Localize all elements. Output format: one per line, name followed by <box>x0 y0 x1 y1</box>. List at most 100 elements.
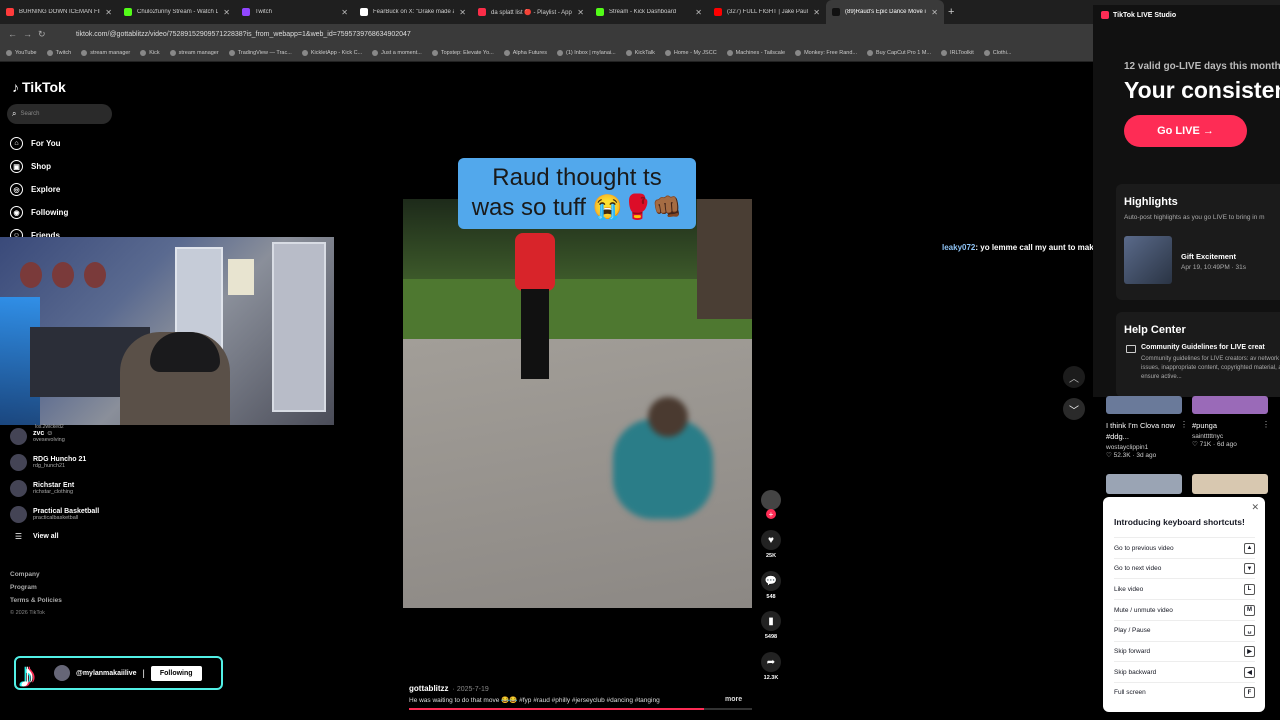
following-item[interactable]: zvc ☺ ovesevolving <box>10 428 99 445</box>
follow-plus-icon[interactable]: + <box>766 509 776 519</box>
sidebar-item-explore[interactable]: ◎ Explore <box>10 183 60 196</box>
comment-button[interactable]: 💬 548 <box>760 571 782 600</box>
shortcut-row: Skip backward ◀ <box>1114 661 1255 682</box>
bookmark-icon <box>556 49 563 56</box>
key-icon: ␣ <box>1244 625 1255 637</box>
browser-tab[interactable]: Stream - Kick Dashboard ✕ <box>590 0 708 24</box>
account-handle: richstar_clothing <box>33 489 74 495</box>
bookmark-item[interactable]: Buy CapCut Pro 1 M... <box>866 49 931 56</box>
tab-title: Chulo2funny Stream - Watch L <box>137 9 219 15</box>
save-button[interactable]: ▮ 5498 <box>760 611 782 640</box>
link-terms[interactable]: Terms & Policies <box>10 597 62 604</box>
bookmark-item[interactable]: Just a moment... <box>372 49 422 56</box>
avatar <box>10 454 27 471</box>
view-all-label: View all <box>33 533 59 540</box>
video-player[interactable] <box>403 199 752 608</box>
bookmark-item[interactable]: Kick <box>140 49 160 56</box>
following-list: zvc ☺ ovesevolving RDG Huncho 21 rdg_hunch2… <box>10 428 99 550</box>
nav-buttons[interactable]: ←→↻ <box>8 29 58 40</box>
close-tab-icon[interactable]: ✕ <box>931 8 938 17</box>
recommended-video-1[interactable]: I think I'm Clova now #ddg... wostayclip… <box>1106 396 1182 459</box>
browser-tab[interactable]: (327) FULL FIGHT | Jake Paul vs ✕ <box>708 0 826 24</box>
close-tab-icon[interactable]: ✕ <box>341 8 348 17</box>
browser-tab[interactable]: FearBuck on X: "Drake made a ✕ <box>354 0 472 24</box>
browser-tab[interactable]: Twitch ✕ <box>236 0 354 24</box>
following-item[interactable]: Practical Basketball practicalbasketball <box>10 506 99 523</box>
address-bar[interactable]: ←→↻ tiktok.com/@gottablitzz/video/752891… <box>0 24 1280 44</box>
following-button[interactable]: Following <box>150 665 202 681</box>
close-tab-icon[interactable]: ✕ <box>223 8 230 17</box>
tab-title: da splatt list 🔴 - Playlist - App <box>491 9 572 16</box>
bookmark-item[interactable]: Clothi... <box>983 49 1011 56</box>
close-tab-icon[interactable]: ✕ <box>695 8 702 17</box>
following-item[interactable]: RDG Huncho 21 rdg_hunch21 <box>10 454 99 471</box>
go-live-button[interactable]: Go LIVE → <box>1124 115 1247 147</box>
close-tab-icon[interactable]: ✕ <box>813 8 820 17</box>
url-text[interactable]: tiktok.com/@gottablitzz/video/7528915290… <box>76 31 411 38</box>
sidebar-item-shop[interactable]: ▣ Shop <box>10 160 51 173</box>
browser-tab[interactable]: BURNING DOWN ICEMAN FINA ✕ <box>0 0 118 24</box>
following-item[interactable]: Richstar Ent richstar_clothing <box>10 480 99 497</box>
bookmark-item[interactable]: Home - My JSCC <box>664 49 717 56</box>
link-company[interactable]: Company <box>10 571 62 578</box>
help-item-title[interactable]: Community Guidelines for LIVE creat <box>1141 344 1265 351</box>
shortcut-label: Full screen <box>1114 689 1146 697</box>
like-button[interactable]: ♥ 25K <box>760 530 782 559</box>
bookmark-item[interactable]: Topstep: Elevate Yo... <box>431 49 494 56</box>
browser-tab[interactable]: da splatt list 🔴 - Playlist - App ✕ <box>472 0 590 24</box>
browser-tab[interactable]: (89)Raud's Epic Dance Move in ✕ <box>826 0 944 24</box>
bookmark-item[interactable]: IRLToolkit <box>941 49 974 56</box>
bookmark-item[interactable]: Monkey: Free Rand... <box>795 49 857 56</box>
tab-bar: BURNING DOWN ICEMAN FINA ✕ Chulo2funny Str… <box>0 0 1280 24</box>
highlight-thumbnail[interactable] <box>1124 236 1172 284</box>
search-input[interactable]: ⌕ Search <box>7 104 112 124</box>
share-button[interactable]: ➦ 12.3K <box>760 652 782 681</box>
tiktok-logo[interactable]: ♪ TikTok <box>12 79 66 95</box>
bookmark-item[interactable]: stream manager <box>169 49 219 56</box>
bookmark-icon: ▮ <box>761 611 781 631</box>
link-program[interactable]: Program <box>10 584 62 591</box>
scroll-up-button[interactable]: ︿ <box>1063 366 1085 388</box>
bookmark-item[interactable]: (1) Inbox | mylanai... <box>556 49 616 56</box>
more-options-icon[interactable]: ⋮ <box>1262 420 1270 429</box>
shortcut-label: Like video <box>1114 585 1144 593</box>
bookmark-icon <box>6 49 12 56</box>
bookmark-item[interactable]: KickletApp - Kick C... <box>301 49 362 56</box>
author-avatar[interactable]: + <box>760 490 782 519</box>
close-tab-icon[interactable]: ✕ <box>577 8 584 17</box>
close-tab-icon[interactable]: ✕ <box>459 8 466 17</box>
sidebar-item-label: Following <box>31 208 69 217</box>
keyboard-shortcuts-popup: ✕ Introducing keyboard shortcuts! Go to … <box>1103 497 1265 712</box>
bookmark-item[interactable]: Alpha Futures <box>503 49 547 56</box>
avatar <box>761 490 781 510</box>
video-progress-bar[interactable] <box>409 708 752 710</box>
shop-icon: ▣ <box>10 160 23 173</box>
key-icon: ◀ <box>1244 666 1255 678</box>
bookmark-item[interactable]: Twitch <box>46 49 71 56</box>
more-button[interactable]: more <box>725 696 742 703</box>
recommended-thumbnail-4[interactable] <box>1192 474 1268 494</box>
more-options-icon[interactable]: ⋮ <box>1180 420 1188 429</box>
favicon-icon <box>6 8 14 16</box>
browser-tab[interactable]: Chulo2funny Stream - Watch L ✕ <box>118 0 236 24</box>
recommended-thumbnail-3[interactable] <box>1106 474 1182 494</box>
new-tab-button[interactable]: + <box>948 6 954 18</box>
close-icon[interactable]: ✕ <box>1251 502 1259 513</box>
caption-line-2: was so tuff 😭🥊👊🏾 <box>471 194 683 221</box>
highlight-name[interactable]: Gift Excitement <box>1181 252 1236 261</box>
bookmark-item[interactable]: YouTube <box>6 49 37 56</box>
bookmark-item[interactable]: Machines - Tailscale <box>726 49 785 56</box>
view-all-button[interactable]: ☰ View all <box>10 532 99 541</box>
close-tab-icon[interactable]: ✕ <box>105 8 112 17</box>
bookmark-item[interactable]: stream manager <box>81 49 130 56</box>
scroll-down-button[interactable]: ﹀ <box>1063 398 1085 420</box>
video-author[interactable]: gottablitzz <box>409 684 449 693</box>
sidebar-item-for-you[interactable]: ⌂ For You <box>10 137 60 150</box>
bookmark-item[interactable]: TradingView — Trac... <box>228 49 292 56</box>
shortcut-row: Go to previous video ▲ <box>1114 537 1255 558</box>
bookmark-item[interactable]: KickTalk <box>625 49 655 56</box>
person-red-shirt <box>515 229 559 379</box>
home-icon: ⌂ <box>10 137 23 150</box>
sidebar-item-following[interactable]: ◉ Following <box>10 206 68 219</box>
recommended-video-2[interactable]: #punga saintttttnyc ♡ 71K · 6d ago <box>1192 396 1268 448</box>
